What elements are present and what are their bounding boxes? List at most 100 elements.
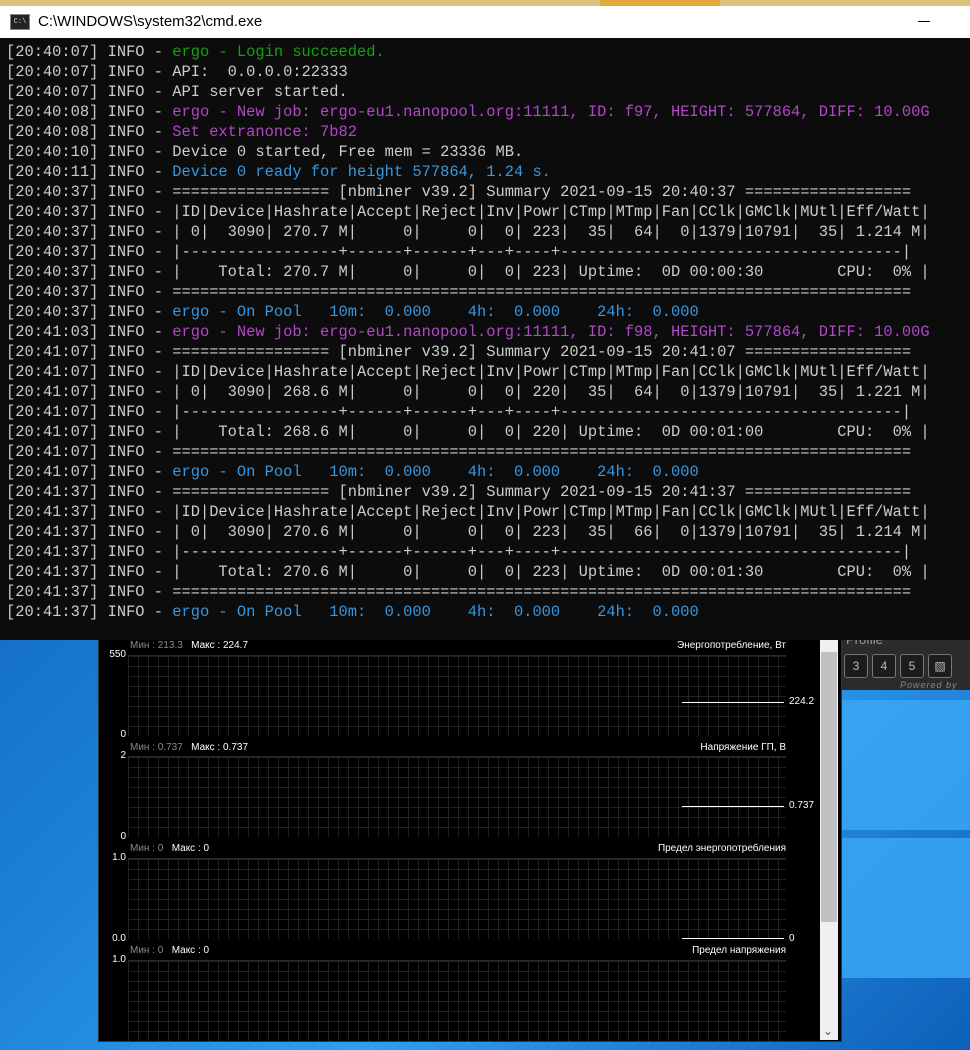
log-prefix: [20:40:10] INFO - (6, 143, 173, 161)
console-line: [20:40:37] INFO - | Total: 270.7 M| 0| 0… (6, 262, 966, 282)
console-line: [20:40:37] INFO - ======================… (6, 282, 966, 302)
console-line: [20:41:07] INFO - | 0| 3090| 268.6 M| 0|… (6, 382, 966, 402)
log-prefix: [20:40:37] INFO - (6, 283, 173, 301)
graph-voltage-axis-top: 2 (120, 750, 126, 761)
log-message: | 0| 3090| 270.6 M| 0| 0| 0| 223| 35| 66… (172, 523, 930, 541)
log-message: API server started. (172, 83, 348, 101)
console-line: [20:40:10] INFO - Device 0 started, Free… (6, 142, 966, 162)
profile-buttons: 3 4 5 ▧ (844, 654, 952, 678)
log-prefix: [20:41:07] INFO - (6, 403, 173, 421)
graph-voltage-minmax: Мин : 0.737 Макс : 0.737 (130, 742, 249, 753)
cmd-window: C:\ C:\WINDOWS\system32\cmd.exe [20:40:0… (0, 6, 970, 640)
log-prefix: [20:40:37] INFO - (6, 263, 173, 281)
console-line: [20:40:07] INFO - API: 0.0.0.0:22333 (6, 62, 966, 82)
title-bar[interactable]: C:\ C:\WINDOWS\system32\cmd.exe (0, 6, 970, 38)
console-line: [20:41:37] INFO - |-----------------+---… (6, 542, 966, 562)
log-message: ================= [nbminer v39.2] Summar… (172, 343, 912, 361)
log-prefix: [20:40:37] INFO - (6, 223, 173, 241)
save-icon[interactable]: ▧ (928, 654, 952, 678)
log-message: ================= [nbminer v39.2] Summar… (172, 183, 912, 201)
log-prefix: [20:40:08] INFO - (6, 123, 173, 141)
scroll-down-icon[interactable]: ⌄ (823, 1024, 833, 1038)
minimize-button[interactable] (918, 21, 930, 22)
graph-voltage-limit-axis-top: 1.0 (112, 954, 126, 965)
monitor-scrollbar[interactable]: ⌄ (820, 640, 838, 1040)
log-message: | Total: 270.7 M| 0| 0| 0| 223| Uptime: … (172, 263, 930, 281)
graph-power-limit[interactable] (128, 858, 786, 939)
graph-power-limit-minmax: Мин : 0 Макс : 0 (130, 843, 210, 854)
log-prefix: [20:40:37] INFO - (6, 243, 173, 261)
graph-power-limit-axis-bottom: 0.0 (112, 933, 126, 944)
console-line: [20:40:07] INFO - API server started. (6, 82, 966, 102)
profile-5-button[interactable]: 5 (900, 654, 924, 678)
log-message: |-----------------+------+------+---+---… (172, 403, 912, 421)
graph-power-value: 224.2 (789, 696, 815, 707)
console-line: [20:41:07] INFO - ergo - On Pool 10m: 0.… (6, 462, 966, 482)
log-prefix: [20:40:37] INFO - (6, 203, 173, 221)
console-line: [20:40:37] INFO - |-----------------+---… (6, 242, 966, 262)
console-line: [20:40:37] INFO - ================= [nbm… (6, 182, 966, 202)
console-line: [20:41:37] INFO - | 0| 3090| 270.6 M| 0|… (6, 522, 966, 542)
log-message: |ID|Device|Hashrate|Accept|Reject|Inv|Po… (172, 203, 930, 221)
log-message: |ID|Device|Hashrate|Accept|Reject|Inv|Po… (172, 363, 930, 381)
log-message: | Total: 270.6 M| 0| 0| 0| 223| Uptime: … (172, 563, 930, 581)
log-message: ========================================… (172, 443, 912, 461)
graph-voltage-limit-title: Предел напряжения (692, 945, 786, 956)
log-prefix: [20:41:07] INFO - (6, 463, 173, 481)
graph-voltage-limit-minmax: Мин : 0 Макс : 0 (130, 945, 210, 956)
graph-power-limit-axis-top: 1.0 (112, 852, 126, 863)
scrollbar-thumb[interactable] (821, 652, 837, 922)
console-line: [20:41:07] INFO - | Total: 268.6 M| 0| 0… (6, 422, 966, 442)
log-message: ergo - Login succeeded. (172, 43, 385, 61)
log-prefix: [20:40:07] INFO - (6, 83, 173, 101)
log-message: API: 0.0.0.0:22333 (172, 63, 348, 81)
console-line: [20:40:11] INFO - Device 0 ready for hei… (6, 162, 966, 182)
console-line: [20:41:07] INFO - ================= [nbm… (6, 342, 966, 362)
log-prefix: [20:41:37] INFO - (6, 583, 173, 601)
log-message: Set extranonce: 7b82 (172, 123, 357, 141)
console-line: [20:40:08] INFO - Set extranonce: 7b82 (6, 122, 966, 142)
console-line: [20:41:07] INFO - ======================… (6, 442, 966, 462)
log-message: | 0| 3090| 270.7 M| 0| 0| 0| 223| 35| 64… (172, 223, 930, 241)
windows-logo-pane (842, 700, 970, 830)
log-prefix: [20:41:07] INFO - (6, 443, 173, 461)
window-title: C:\WINDOWS\system32\cmd.exe (38, 13, 263, 30)
graph-power[interactable] (128, 655, 786, 736)
console-line: [20:40:37] INFO - ergo - On Pool 10m: 0.… (6, 302, 966, 322)
graph-power-line (682, 702, 784, 703)
console-output[interactable]: [20:40:07] INFO - ergo - Login succeeded… (6, 42, 966, 622)
console-line: [20:41:37] INFO - ergo - On Pool 10m: 0.… (6, 602, 966, 622)
log-message: ergo - New job: ergo-eu1.nanopool.org:11… (172, 323, 930, 341)
console-line: [20:41:37] INFO - ======================… (6, 582, 966, 602)
log-prefix: [20:41:37] INFO - (6, 603, 173, 621)
powered-by-label: Powered by (900, 680, 958, 690)
graph-voltage-limit[interactable] (128, 960, 786, 1041)
graph-power-title: Энергопотребление, Вт (677, 640, 786, 651)
log-prefix: [20:41:37] INFO - (6, 503, 173, 521)
console-line: [20:40:37] INFO - | 0| 3090| 270.7 M| 0|… (6, 222, 966, 242)
log-message: |-----------------+------+------+---+---… (172, 543, 912, 561)
log-message: |ID|Device|Hashrate|Accept|Reject|Inv|Po… (172, 503, 930, 521)
log-message: ergo - On Pool 10m: 0.000 4h: 0.000 24h:… (172, 303, 699, 321)
graph-power-minmax: Мин : 213.3 Макс : 224.7 (130, 640, 249, 651)
log-message: ergo - New job: ergo-eu1.nanopool.org:11… (172, 103, 930, 121)
graph-voltage-value: 0.737 (789, 800, 815, 811)
console-line: [20:40:08] INFO - ergo - New job: ergo-e… (6, 102, 966, 122)
graph-power-limit-line (682, 938, 784, 939)
console-line: [20:41:03] INFO - ergo - New job: ergo-e… (6, 322, 966, 342)
log-prefix: [20:40:07] INFO - (6, 43, 173, 61)
log-message: |-----------------+------+------+---+---… (172, 243, 912, 261)
cmd-icon: C:\ (10, 14, 30, 30)
log-message: | 0| 3090| 268.6 M| 0| 0| 0| 220| 35| 64… (172, 383, 930, 401)
profile-4-button[interactable]: 4 (872, 654, 896, 678)
log-prefix: [20:41:37] INFO - (6, 523, 173, 541)
profile-3-button[interactable]: 3 (844, 654, 868, 678)
console-line: [20:41:07] INFO - |-----------------+---… (6, 402, 966, 422)
graph-power-axis-bottom: 0 (120, 729, 126, 740)
log-prefix: [20:41:07] INFO - (6, 383, 173, 401)
log-prefix: [20:40:07] INFO - (6, 63, 173, 81)
graph-power-limit-value: 0 (789, 933, 795, 944)
log-message: ================= [nbminer v39.2] Summar… (172, 483, 912, 501)
graph-voltage[interactable] (128, 756, 786, 837)
log-prefix: [20:41:03] INFO - (6, 323, 173, 341)
